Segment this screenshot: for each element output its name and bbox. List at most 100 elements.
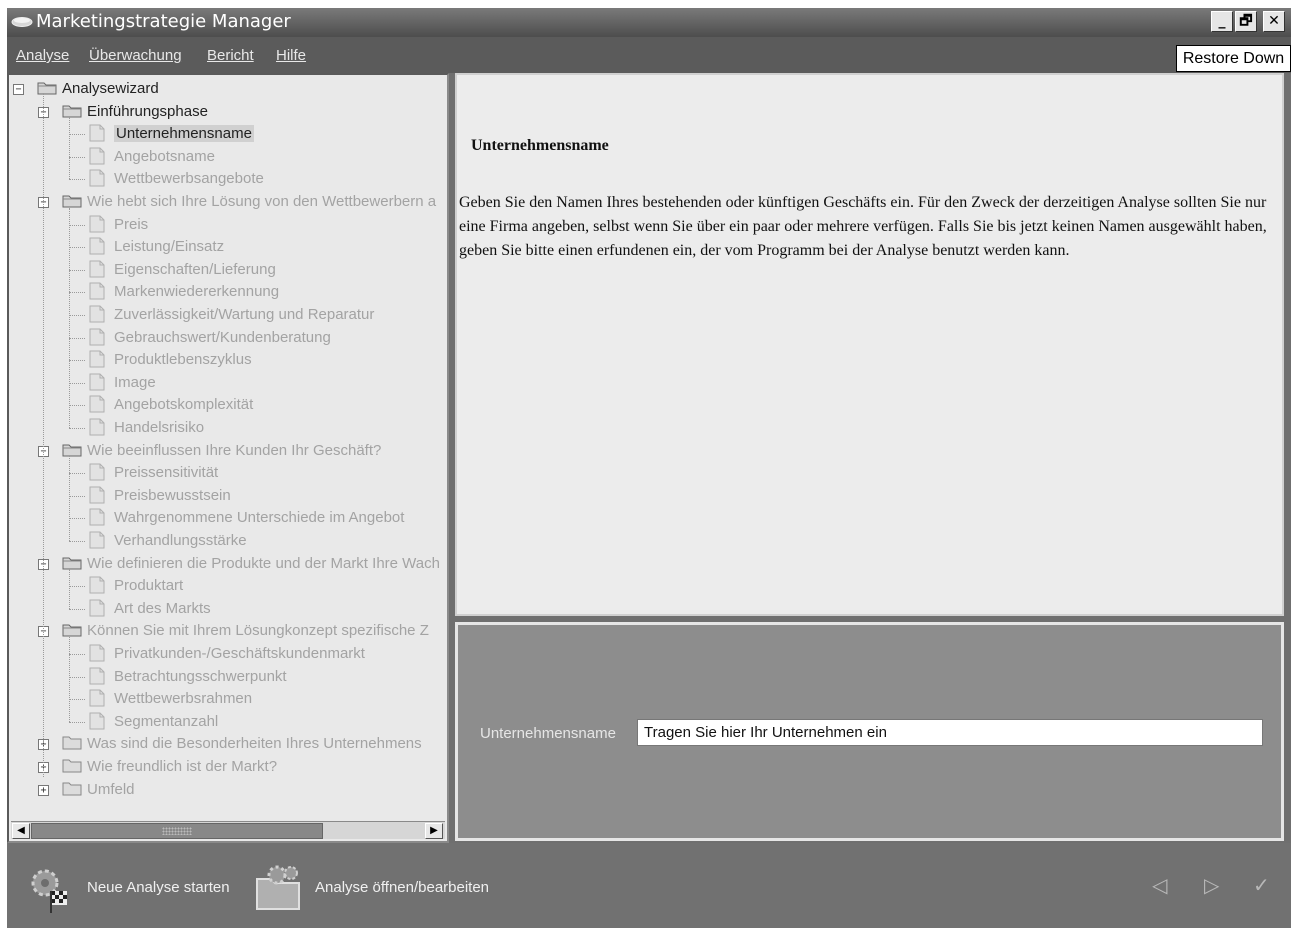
tree-group[interactable]: + Was sind die Besonderheiten Ihres Unter…	[9, 733, 447, 755]
tree-node-label: Wie definieren die Produkte und der Mark…	[87, 554, 440, 572]
tree-node-label: Können Sie mit Ihrem Lösungkonzept spezi…	[87, 622, 429, 640]
folder-icon	[62, 757, 82, 778]
tree-group[interactable]: − Wie hebt sich Ihre Lösung von den Wettb…	[9, 191, 447, 213]
menu-hilfe[interactable]: Hilfe	[276, 47, 306, 64]
folder-icon	[62, 102, 82, 123]
check-icon[interactable]: ✓	[1253, 873, 1270, 898]
tree-item[interactable]: Eigenschaften/Lieferung	[9, 259, 447, 283]
tree-node-label: Unternehmensname	[114, 125, 254, 143]
open-analysis-button[interactable]: Analyse öffnen/bearbeiten	[253, 863, 503, 913]
window-title: Marketingstrategie Manager	[36, 11, 291, 32]
document-icon	[89, 350, 105, 373]
tree-item[interactable]: Markenwiedererkennung	[9, 281, 447, 303]
tree-node-label: Verhandlungsstärke	[114, 532, 247, 549]
document-icon	[89, 147, 105, 170]
tree-item[interactable]: Handelsrisiko	[9, 417, 447, 441]
document-icon	[89, 576, 105, 599]
scroll-left-icon[interactable]: ◀	[12, 823, 30, 839]
tree-node-label: Wie beeinflussen Ihre Kunden Ihr Geschäf…	[87, 441, 382, 459]
tree-root[interactable]: − Analysewizard	[9, 78, 447, 100]
folder-icon	[37, 79, 57, 100]
tree-item[interactable]: Preissensitivität	[9, 462, 447, 484]
document-icon	[89, 689, 105, 712]
analysis-tree[interactable]: ◀ ▶ − Analysewizard − Einführungsphase Unter…	[7, 73, 449, 843]
tree-group[interactable]: − Können Sie mit Ihrem Lösungkonzept spez…	[9, 620, 447, 642]
horizontal-scrollbar[interactable]: ◀ ▶	[11, 821, 445, 839]
tree-node-label: Wie hebt sich Ihre Lösung von den Wettbe…	[87, 193, 437, 210]
tree-item[interactable]: Gebrauchswert/Kundenberatung	[9, 327, 447, 349]
tree-node-label: Wie freundlich ist der Markt?	[87, 758, 278, 775]
folder-icon	[62, 734, 82, 755]
document-icon	[89, 712, 105, 735]
tree-node-label: Angebotskomplexität	[114, 396, 254, 414]
menu-analyse[interactable]: Analyse	[16, 47, 69, 64]
tree-item[interactable]: Leistung/Einsatz	[9, 236, 447, 258]
tree-node-label: Preissensitivität	[114, 464, 219, 482]
back-arrow-icon[interactable]: ◁	[1152, 873, 1167, 898]
document-icon	[89, 215, 105, 238]
scroll-right-icon[interactable]: ▶	[425, 823, 443, 839]
tree-item[interactable]: Image	[9, 372, 447, 394]
forward-arrow-icon[interactable]: ▷	[1204, 873, 1219, 898]
tree-node-label: Wettbewerbsangebote	[114, 170, 264, 188]
document-icon	[89, 644, 105, 667]
tree-node-label: Wahrgenommene Unterschiede im Angebot	[114, 509, 405, 527]
scroll-thumb[interactable]	[31, 823, 323, 839]
tree-item[interactable]: Preisbewusstsein	[9, 485, 447, 507]
tree-group[interactable]: + Umfeld	[9, 779, 447, 801]
description-panel: Unternehmensname Geben Sie den Namen Ihr…	[455, 73, 1284, 616]
tree-item[interactable]: Angebotskomplexität	[9, 394, 447, 416]
menu-ueberwachung[interactable]: Überwachung	[89, 47, 182, 64]
company-name-input[interactable]	[637, 719, 1263, 746]
tree-item[interactable]: Segmentanzahl	[9, 711, 447, 735]
new-analysis-label: Neue Analyse starten	[87, 879, 230, 896]
input-panel: Unternehmensname	[455, 622, 1284, 841]
tree-item[interactable]: Privatkunden-/Geschäftskundenmarkt	[9, 643, 447, 667]
tree-group[interactable]: − Wie beeinflussen Ihre Kunden Ihr Geschä…	[9, 440, 447, 462]
tree-item[interactable]: Art des Markts	[9, 598, 447, 620]
tree-node-label: Handelsrisiko	[114, 419, 205, 436]
tree-group[interactable]: + Wie freundlich ist der Markt?	[9, 756, 447, 778]
restore-down-tooltip: Restore Down	[1176, 45, 1291, 72]
gears-flag-icon	[31, 869, 67, 913]
minimize-button[interactable]: _	[1211, 11, 1233, 32]
tree-item[interactable]: Wettbewerbsangebote	[9, 168, 447, 190]
tree-item[interactable]: Angebotsname	[9, 146, 447, 170]
tree-node-label: Was sind die Besonderheiten Ihres Untern…	[87, 735, 422, 753]
tree-item[interactable]: Produktart	[9, 575, 447, 599]
tree-item[interactable]: Wahrgenommene Unterschiede im Angebot	[9, 507, 447, 529]
tree-item[interactable]: Produktlebenszyklus	[9, 349, 447, 373]
new-analysis-button[interactable]: Neue Analyse starten	[25, 863, 240, 913]
restore-down-button[interactable]: 🗗	[1235, 11, 1257, 32]
tree-node-label: Privatkunden-/Geschäftskundenmarkt	[114, 645, 365, 662]
tree-item[interactable]: Wettbewerbsrahmen	[9, 688, 447, 712]
tree-node-label: Preis	[114, 215, 149, 233]
tree-node-label: Produktlebenszyklus	[114, 351, 252, 369]
document-icon	[89, 667, 105, 690]
tree-node-label: Zuverlässigkeit/Wartung und Reparatur	[114, 306, 375, 323]
tree-item[interactable]: Unternehmensname	[9, 123, 447, 145]
app-window: Marketingstrategie Manager _ 🗗 ✕ Analyse…	[7, 8, 1291, 928]
tree-node-label: Gebrauchswert/Kundenberatung	[114, 328, 331, 346]
menu-bericht[interactable]: Bericht	[207, 47, 254, 64]
close-button[interactable]: ✕	[1263, 11, 1285, 32]
document-icon	[89, 260, 105, 283]
tree-item[interactable]: Betrachtungsschwerpunkt	[9, 666, 447, 690]
description-text: Geben Sie den Namen Ihres bestehenden od…	[459, 194, 1267, 259]
tree-item[interactable]: Verhandlungsstärke	[9, 530, 447, 552]
tree-node-label: Preisbewusstsein	[114, 486, 231, 504]
collapse-icon[interactable]: −	[13, 84, 24, 95]
tree-item[interactable]: Preis	[9, 214, 447, 238]
expand-icon[interactable]: +	[38, 784, 49, 796]
title-bar[interactable]: Marketingstrategie Manager _ 🗗 ✕	[7, 8, 1291, 37]
tree-node-label: Analysewizard	[62, 80, 159, 97]
tree-node-label: Angebotsname	[114, 147, 215, 165]
tree-group[interactable]: − Wie definieren die Produkte und der Mar…	[9, 553, 447, 575]
document-icon	[89, 418, 105, 441]
tree-node-label: Eigenschaften/Lieferung	[114, 260, 276, 278]
tree-group[interactable]: − Einführungsphase	[9, 101, 447, 123]
company-name-label: Unternehmensname	[480, 725, 616, 742]
gears-folder-icon	[256, 865, 300, 910]
tree-node-label: Image	[114, 373, 156, 391]
tree-item[interactable]: Zuverlässigkeit/Wartung und Reparatur	[9, 304, 447, 326]
